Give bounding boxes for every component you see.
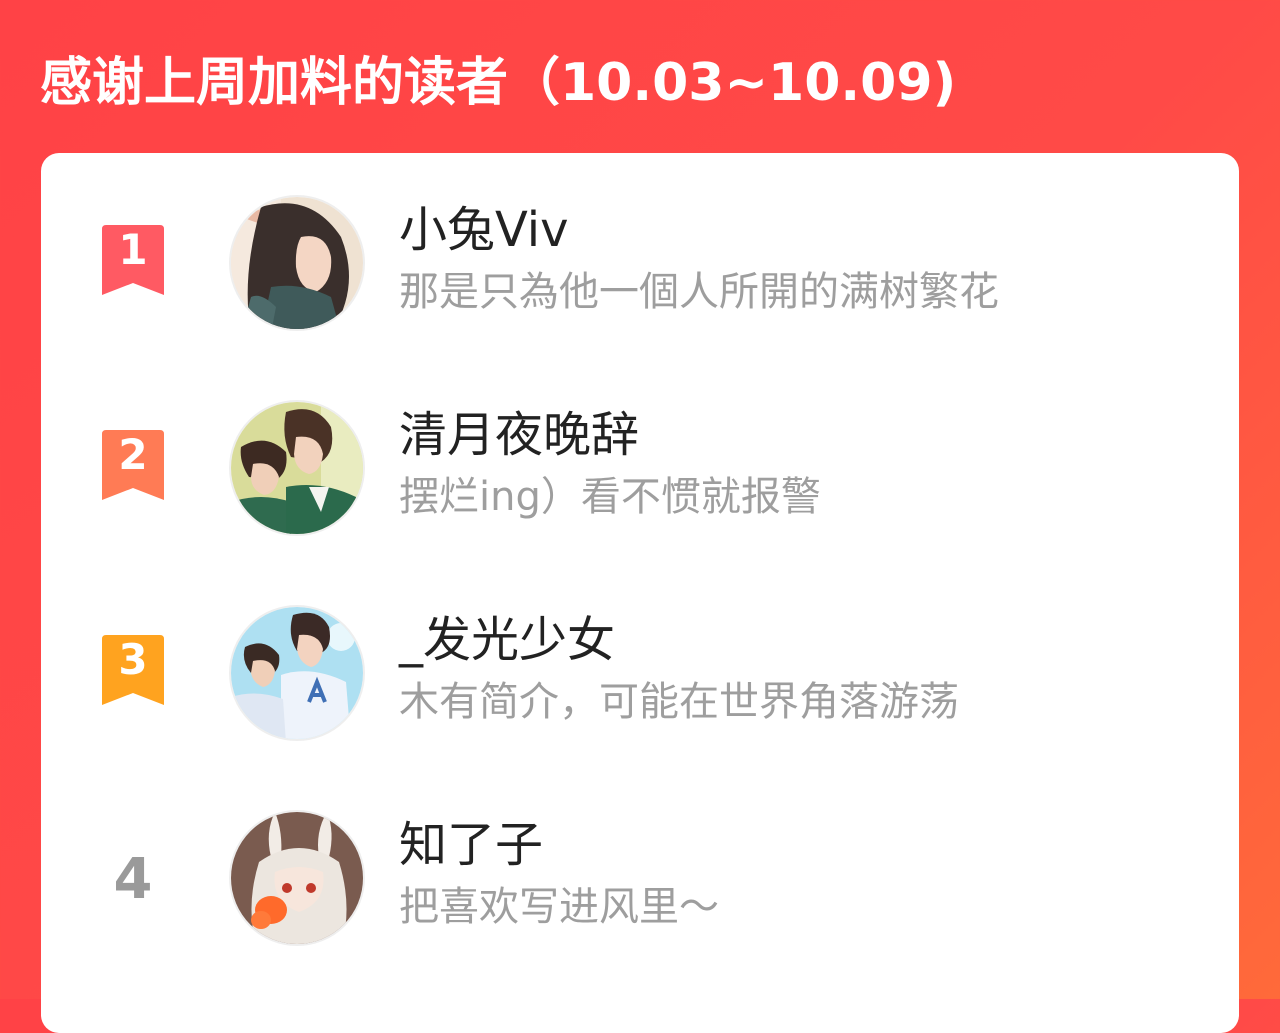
reader-avatar[interactable]: [229, 810, 365, 946]
rank-badge-1: 1: [98, 225, 168, 299]
reader-avatar[interactable]: [229, 605, 365, 741]
rank-number: 1: [118, 225, 148, 274]
reader-bio: 摆烂ing）看不惯就报警: [399, 474, 821, 520]
page-title: 感谢上周加料的读者（10.03~10.09): [40, 53, 957, 113]
avatar-two-boys-sky-icon: [231, 607, 363, 739]
reader-list-card: 1 小兔Viv 那是只為他一個人所開的满树繁花 2 清月夜晚辞 摆烂ing）看不…: [41, 153, 1239, 1033]
reader-bio: 把喜欢写进风里～: [399, 884, 719, 930]
rank-number: 3: [118, 635, 148, 684]
avatar-long-hair-girl-icon: [231, 197, 363, 329]
reader-avatar[interactable]: [229, 400, 365, 536]
avatar-two-boys-uniform-icon: [231, 402, 363, 534]
avatar-bunny-ears-girl-icon: [231, 812, 363, 944]
reader-name: 清月夜晚辞: [399, 407, 640, 463]
reader-row-2[interactable]: 2 清月夜晚辞 摆烂ing）看不惯就报警: [41, 400, 1239, 540]
reader-name: 知了子: [399, 817, 544, 873]
reader-bio: 木有简介，可能在世界角落游荡: [399, 679, 959, 725]
rank-badge-2: 2: [98, 430, 168, 504]
reader-name: _发光少女: [399, 612, 616, 668]
rank-number: 2: [118, 430, 148, 479]
rank-number: 4: [113, 847, 153, 912]
rank-badge-3: 3: [98, 635, 168, 709]
reader-row-3[interactable]: 3 _发光少女 木有简介，可能在世界角落游荡: [41, 605, 1239, 745]
reader-row-4[interactable]: 4 知了子 把喜欢写进风里～: [41, 810, 1239, 950]
reader-name: 小兔Viv: [399, 202, 569, 258]
reader-bio: 那是只為他一個人所開的满树繁花: [399, 269, 999, 315]
reader-avatar[interactable]: [229, 195, 365, 331]
reader-row-1[interactable]: 1 小兔Viv 那是只為他一個人所開的满树繁花: [41, 195, 1239, 335]
